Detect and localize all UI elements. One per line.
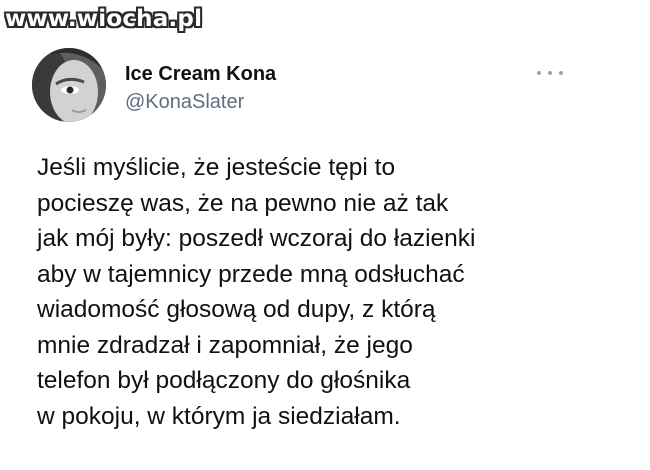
tweet-line: aby w tajemnicy przede mną odsłuchać <box>37 260 465 288</box>
more-dot <box>559 71 563 75</box>
tweet-line: mnie zdradzał i zapomniał, że jego <box>37 331 413 359</box>
tweet-line: w pokoju, w którym ja siedziałam. <box>37 402 401 430</box>
display-name[interactable]: Ice Cream Kona <box>125 63 276 86</box>
user-handle[interactable]: @KonaSlater <box>125 91 244 114</box>
tweet-line: telefon był podłączony do głośnika <box>37 367 411 394</box>
more-options-icon[interactable] <box>537 68 563 78</box>
more-dot <box>548 71 552 75</box>
tweet-line: pocieszę was, że na pewno nie aż tak <box>37 189 449 217</box>
watermark: www.wiocha.pl <box>5 6 203 32</box>
profile-photo-icon <box>32 48 106 122</box>
tweet-text: Jeśli myślicie, że jesteście tępi to poc… <box>37 150 597 434</box>
more-dot <box>537 71 541 75</box>
avatar[interactable] <box>32 48 106 122</box>
tweet-line: Jeśli myślicie, że jesteście tępi to <box>37 154 396 181</box>
tweet-line: wiadomość głosową od dupy, z którą <box>37 296 436 323</box>
tweet-line: jak mój były: poszedł wczoraj do łazienk… <box>37 225 476 252</box>
